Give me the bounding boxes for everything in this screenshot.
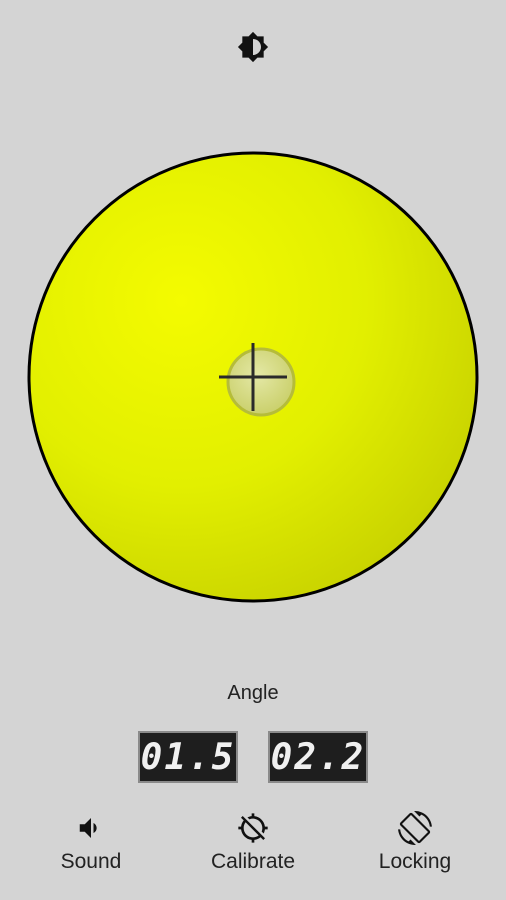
bubble-level-vial — [26, 150, 480, 604]
volume-icon — [79, 818, 97, 838]
locking-button[interactable]: Locking — [345, 808, 485, 882]
locking-label: Locking — [378, 850, 452, 873]
angle-label: Angle — [227, 682, 279, 704]
sound-button[interactable]: Sound — [21, 808, 161, 882]
sound-label: Sound — [60, 850, 122, 873]
gps-off-icon — [238, 813, 268, 843]
calibrate-label: Calibrate — [210, 850, 296, 873]
screen-rotation-icon — [398, 811, 432, 845]
angle-y-value: 02.2 — [270, 736, 366, 778]
bubble-level-screen: Angle 01.5 02.2 Sound Calibrate Locking — [0, 0, 506, 900]
calibrate-button[interactable]: Calibrate — [183, 808, 323, 882]
angle-x-value: 01.5 — [140, 736, 236, 778]
angle-y-display: 02.2 — [268, 731, 368, 783]
brightness-icon — [237, 31, 269, 63]
brightness-button[interactable] — [236, 30, 270, 64]
angle-x-display: 01.5 — [138, 731, 238, 783]
level-bubble — [226, 347, 296, 417]
